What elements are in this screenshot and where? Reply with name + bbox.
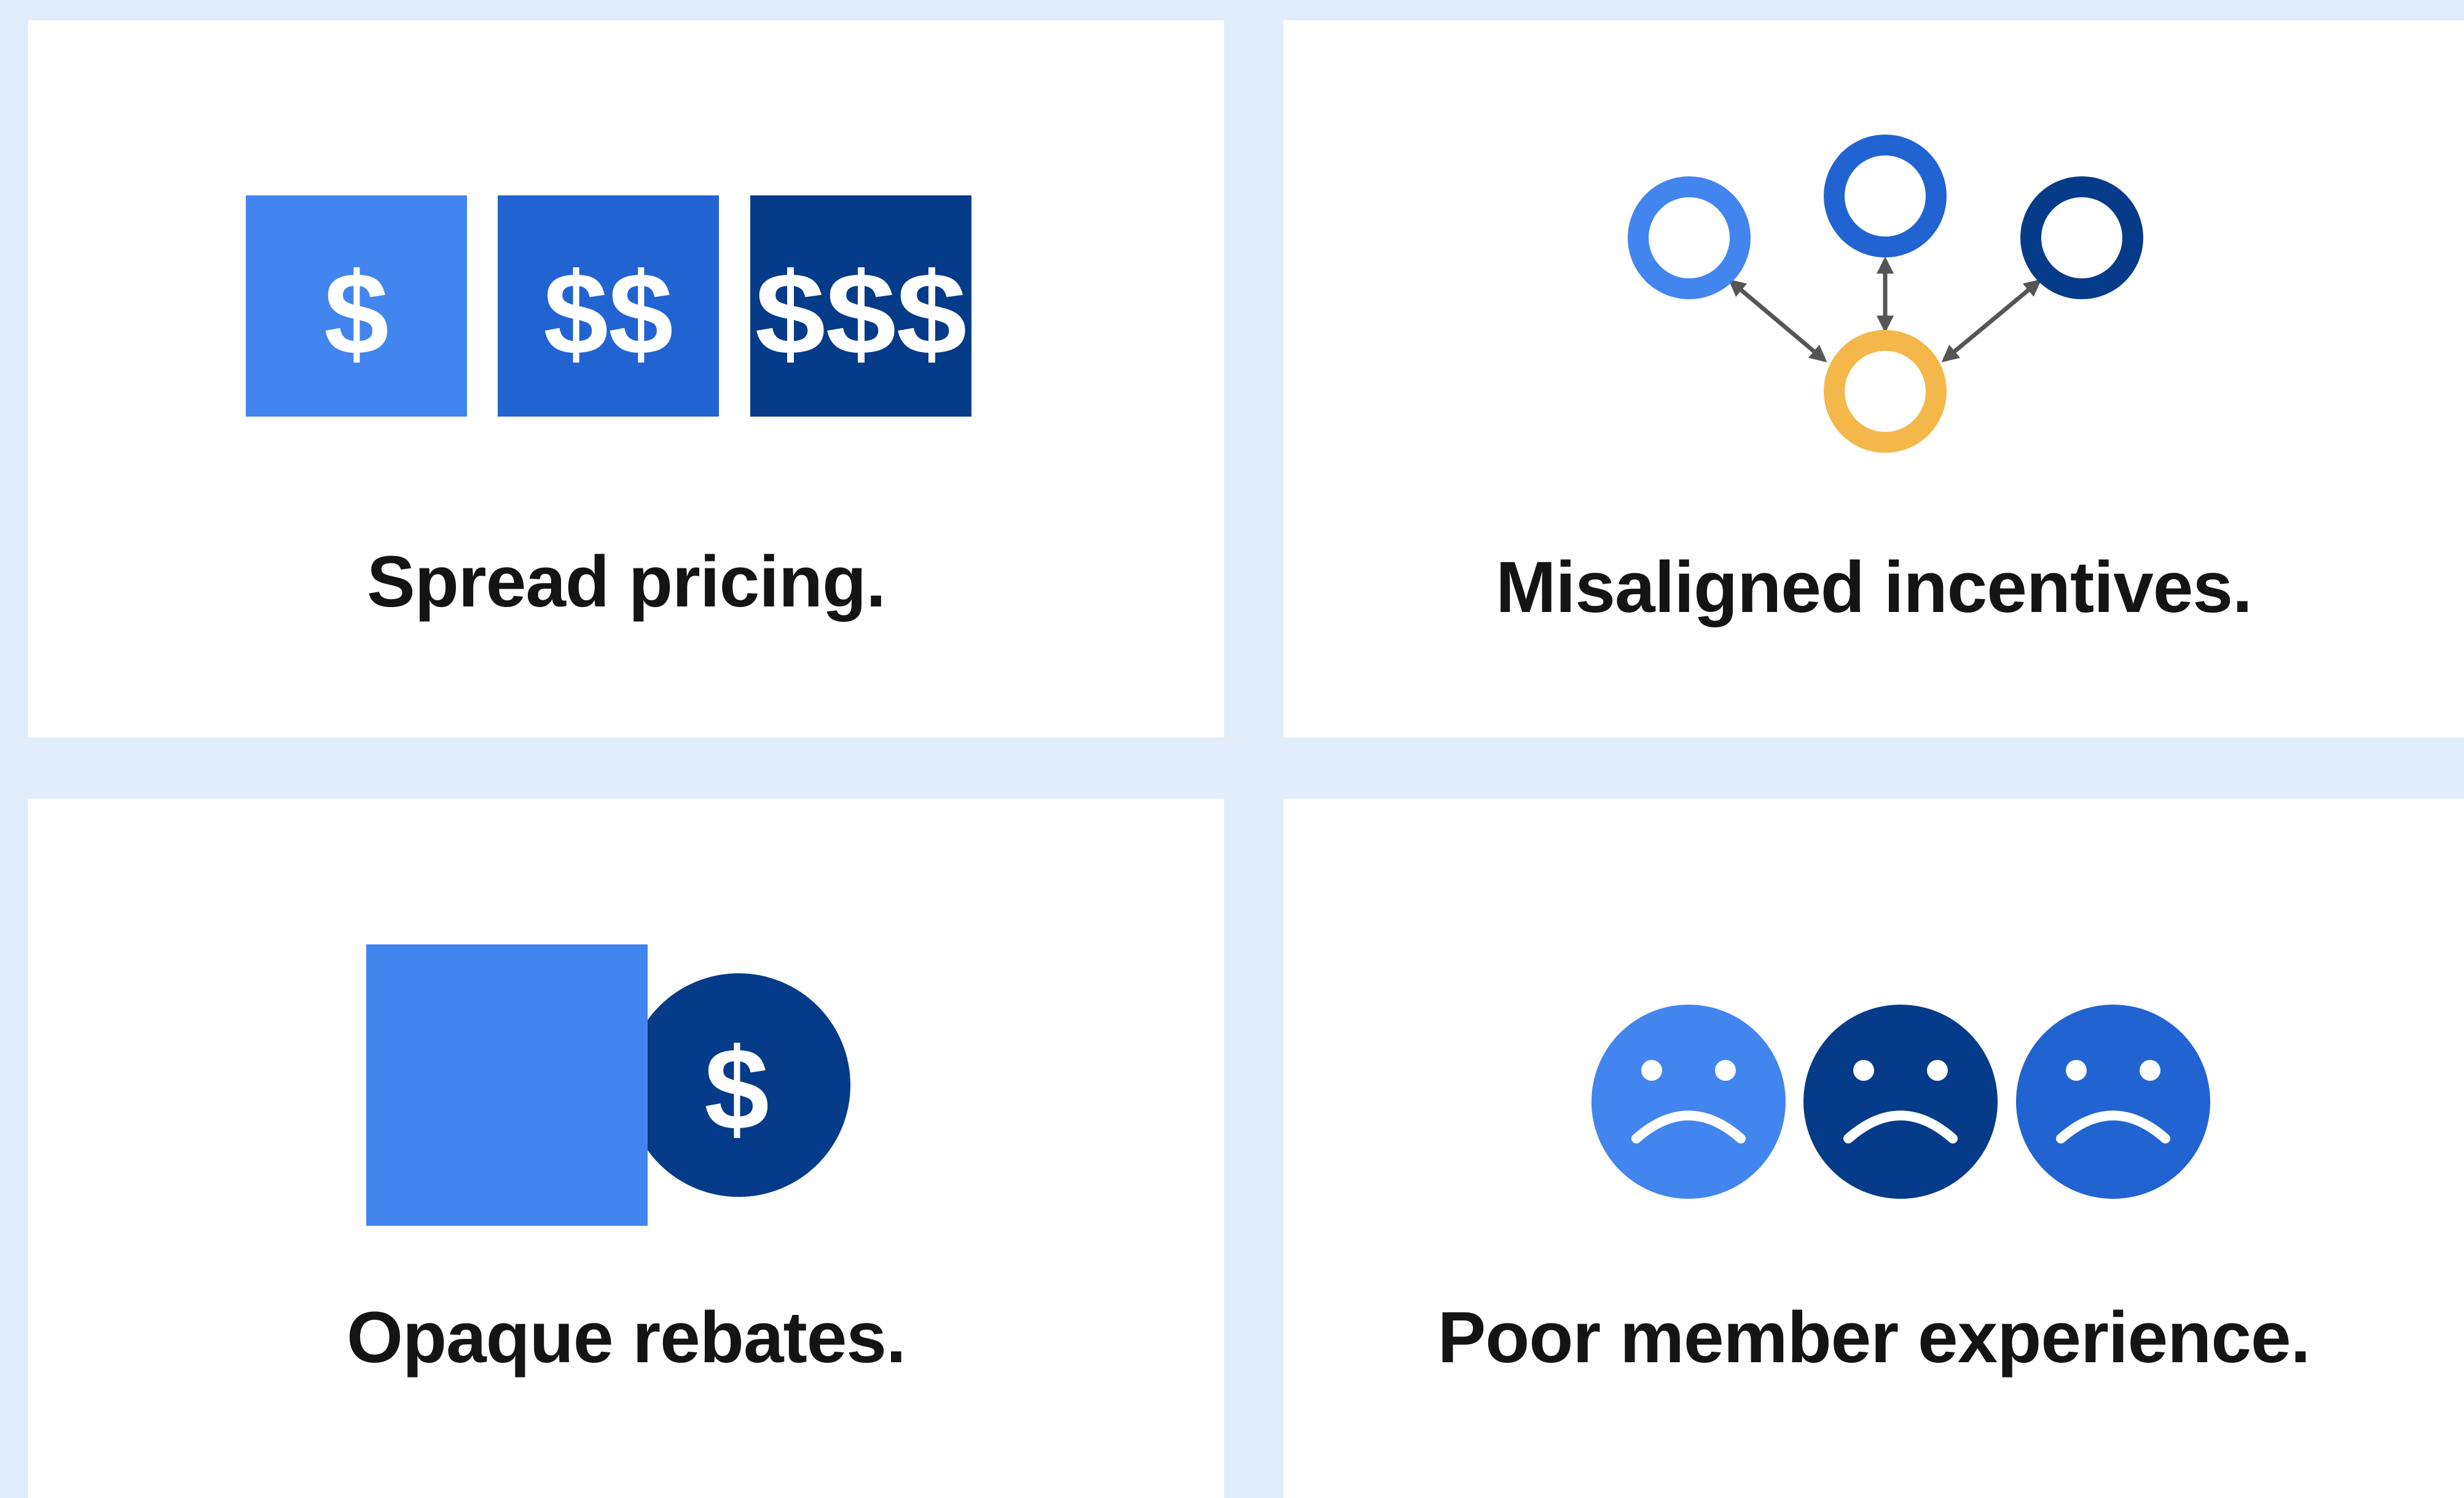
card-caption: Spread pricing. [367, 541, 886, 622]
sad-face-icon [1591, 1005, 1786, 1199]
sad-face-icon [2016, 1005, 2210, 1199]
node-right [2020, 176, 2143, 299]
price-tile-3-label: $$$ [755, 249, 967, 379]
misaligned-incentives-illustration [1628, 135, 2143, 453]
sad-face-icon [1803, 1005, 1998, 1199]
card-opaque-rebates: $ Opaque rebates. [28, 799, 1224, 1498]
rebate-coin-label: $ [704, 1024, 769, 1155]
node-center [1824, 330, 1947, 453]
card-caption: Opaque rebates. [347, 1297, 906, 1378]
card-spread-pricing: $ $$ $$$ Spread pricing. [28, 20, 1224, 737]
sad-faces-illustration [1591, 1005, 2210, 1199]
node-left [1628, 176, 1751, 299]
price-tile-1-label: $ [324, 249, 389, 379]
connector-left [1728, 279, 1827, 363]
price-tile-2-label: $$ [543, 249, 673, 379]
card-caption: Poor member experience. [1437, 1297, 2311, 1378]
rebate-box [366, 944, 648, 1226]
spread-pricing-illustration: $ $$ $$$ [246, 195, 971, 417]
connector-right [1941, 279, 2042, 363]
card-poor-member-experience: Poor member experience. [1284, 799, 2464, 1498]
card-caption: Misaligned incentives. [1496, 547, 2252, 628]
opaque-rebates-illustration: $ [366, 944, 850, 1226]
node-top [1824, 135, 1947, 257]
card-misaligned-incentives: Misaligned incentives. [1284, 20, 2464, 737]
